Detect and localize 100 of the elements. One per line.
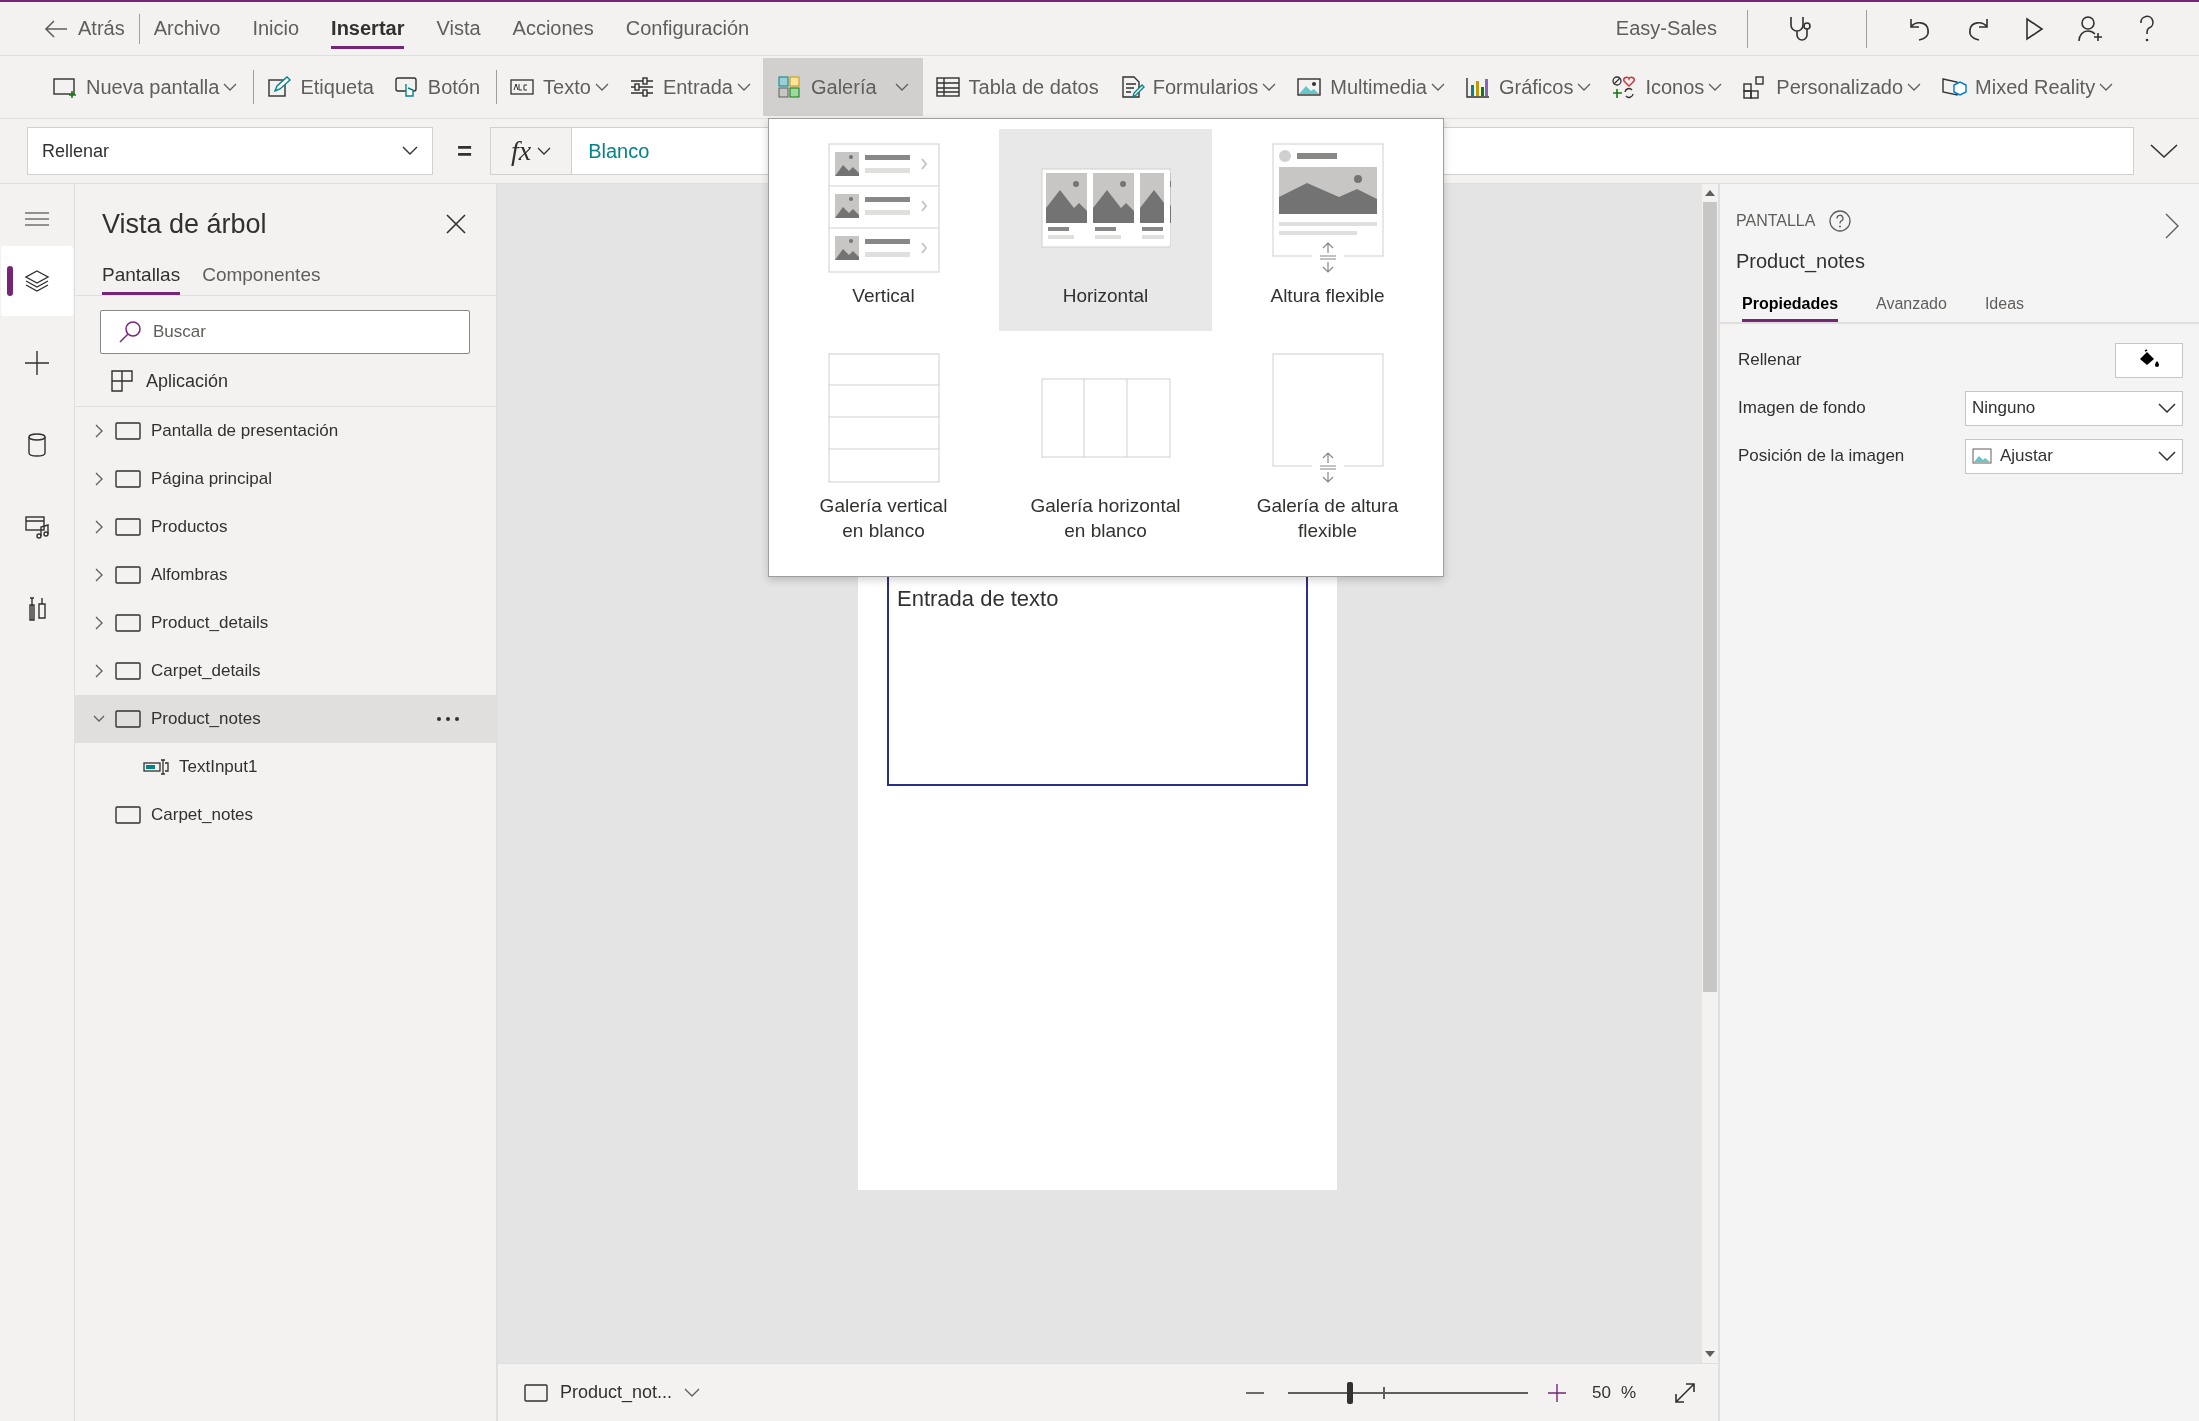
tree-row[interactable]: TextInput1 — [75, 743, 496, 791]
zoom-unit: % — [1620, 1382, 1636, 1403]
screen-selector[interactable]: Product_not... — [524, 1382, 701, 1403]
screen-icon — [115, 422, 141, 440]
image-icon — [1972, 448, 1992, 464]
menu-tab[interactable]: Archivo — [153, 8, 221, 49]
screen-icon — [115, 518, 141, 536]
tree-tab[interactable]: Componentes — [202, 258, 321, 295]
caret-icon — [537, 146, 552, 156]
gallery-option[interactable]: Altura flexible — [1221, 129, 1434, 331]
gallery-option[interactable]: Horizontal — [999, 129, 1212, 331]
pointer-icon — [393, 75, 420, 99]
search-field[interactable]: Buscar — [100, 310, 470, 354]
expand-icon[interactable] — [1674, 1381, 1696, 1404]
chevron-icon[interactable] — [93, 568, 105, 582]
properties-tab[interactable]: Ideas — [1984, 291, 2025, 322]
table-icon — [934, 75, 961, 99]
cube-icon — [1941, 75, 1968, 99]
tree-row[interactable]: Página principal — [75, 455, 496, 503]
menu-tab[interactable]: Vista — [436, 8, 481, 49]
tree-row[interactable]: Product_notes — [75, 695, 496, 743]
tree-row[interactable]: Carpet_details — [75, 647, 496, 695]
ribbon-button[interactable]: Iconos — [1603, 56, 1731, 118]
menu-tab[interactable]: Acciones — [512, 8, 594, 49]
ribbon-button[interactable]: Galería — [762, 58, 923, 116]
ribbon-button[interactable]: Formularios — [1110, 56, 1285, 118]
scroll-up-icon[interactable] — [1705, 190, 1715, 196]
tree-tab[interactable]: Pantallas — [102, 258, 181, 295]
tree-row[interactable]: Carpet_notes — [75, 791, 496, 839]
tree-row[interactable]: Pantalla de presentación — [75, 407, 496, 455]
ribbon-button[interactable]: Multimedia — [1288, 56, 1453, 118]
gallery-option[interactable]: Galería vertical en blanco — [777, 339, 990, 559]
symbols-icon — [1611, 75, 1638, 99]
stethoscope-icon[interactable] — [1788, 14, 1814, 43]
chevron-icon[interactable] — [93, 664, 105, 678]
caret-icon — [402, 146, 418, 156]
ribbon-button[interactable]: Entrada — [620, 56, 759, 118]
zoom-in-icon[interactable] — [1547, 1383, 1566, 1402]
expand-chevron-icon[interactable] — [2150, 143, 2179, 159]
gallery-option[interactable]: Galería horizontal en blanco — [999, 339, 1212, 559]
tree-row[interactable]: Product_details — [75, 599, 496, 647]
tree-row[interactable]: Alfombras — [75, 551, 496, 599]
screen-icon — [115, 710, 141, 728]
ribbon-button[interactable]: Gráficos — [1456, 56, 1600, 118]
scroll-down-icon[interactable] — [1705, 1351, 1715, 1357]
close-icon[interactable] — [446, 214, 466, 234]
image-icon — [1296, 75, 1323, 99]
color-picker[interactable] — [2115, 342, 2183, 378]
collapse-chevron-icon[interactable] — [2165, 213, 2179, 239]
property-dropdown[interactable]: Rellenar — [27, 127, 433, 175]
back-button[interactable]: Atrás — [44, 8, 125, 49]
property-label: Imagen de fondo — [1738, 398, 1866, 418]
ribbon-button[interactable]: Nueva pantalla — [44, 56, 246, 118]
menu-tab[interactable]: Configuración — [625, 8, 750, 49]
screen-name: Product_notes — [1735, 249, 1866, 273]
slider-thumb[interactable] — [1347, 1381, 1354, 1404]
scrollbar[interactable] — [1702, 184, 1718, 1363]
more-icon[interactable] — [436, 716, 460, 722]
chevron-icon[interactable] — [93, 520, 105, 534]
caret-icon — [2158, 451, 2176, 461]
caret-icon — [2158, 403, 2176, 413]
play-icon[interactable] — [2023, 15, 2045, 42]
screen-icon — [115, 470, 141, 488]
ribbon-button[interactable]: Tabla de datos — [926, 56, 1107, 118]
chevron-icon[interactable] — [93, 472, 105, 486]
ribbon-button[interactable]: Etiqueta — [258, 56, 382, 118]
ribbon-button[interactable]: Botón — [385, 56, 489, 118]
properties-tab[interactable]: Avanzado — [1876, 291, 1947, 322]
zoom-out-icon[interactable] — [1245, 1391, 1264, 1394]
screen-icon — [524, 1383, 548, 1402]
media-icon — [23, 513, 51, 541]
chevron-icon[interactable] — [93, 424, 105, 438]
chevron-icon[interactable] — [93, 616, 105, 630]
app-name: Easy-Sales — [1615, 17, 1717, 40]
menu-tab[interactable]: Inicio — [252, 8, 300, 49]
menu-icon[interactable] — [24, 212, 50, 226]
ribbon-button[interactable]: Mixed Reality — [1933, 56, 2122, 118]
panel-title: Vista de árbol — [102, 208, 267, 240]
rail-button[interactable] — [1, 246, 73, 316]
zoom-slider[interactable] — [1287, 1380, 1528, 1405]
ribbon-button[interactable]: Texto — [501, 56, 617, 118]
help-icon[interactable] — [2137, 14, 2157, 43]
gallery-option[interactable]: Galería de altura flexible — [1221, 339, 1434, 559]
zoom-value: 50 — [1591, 1382, 1611, 1403]
property-dropdown[interactable]: Ajustar — [1965, 438, 2183, 474]
gallery-option[interactable]: Vertical — [777, 129, 990, 331]
function-button[interactable]: fx — [490, 127, 573, 175]
property-dropdown[interactable]: Ninguno — [1965, 390, 2183, 426]
app-icon — [110, 369, 134, 393]
layers-icon — [23, 267, 51, 295]
tree-item[interactable]: Aplicación — [146, 370, 229, 392]
menu-tab[interactable]: Insertar — [331, 8, 405, 49]
ribbon-button[interactable]: Personalizado — [1734, 56, 1930, 118]
section-label: PANTALLA — [1736, 212, 1816, 230]
add-user-icon[interactable] — [2077, 14, 2105, 43]
properties-tab[interactable]: Propiedades — [1742, 291, 1839, 322]
pencil-icon — [266, 75, 293, 99]
property-label: Posición de la imagen — [1738, 446, 1905, 466]
help-icon[interactable] — [1829, 210, 1852, 232]
tree-row[interactable]: Productos — [75, 503, 496, 551]
